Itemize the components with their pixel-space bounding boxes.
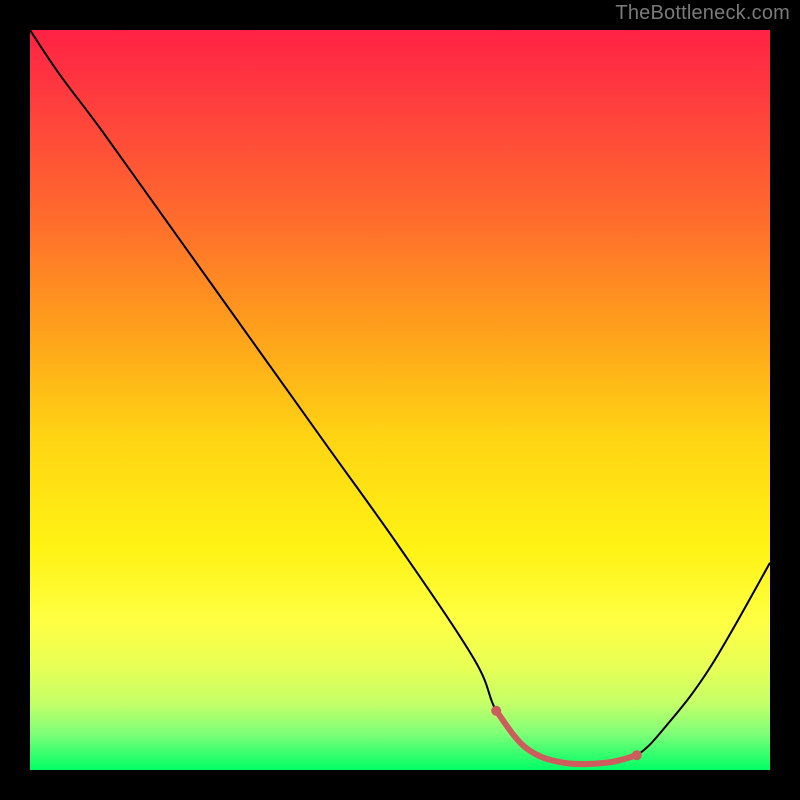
bottleneck-chart [30,30,770,770]
gradient-background [30,30,770,770]
chart-frame: TheBottleneck.com [0,0,800,800]
highlight-end-dot [632,750,642,760]
watermark-text: TheBottleneck.com [615,2,790,25]
highlight-start-dot [491,706,501,716]
